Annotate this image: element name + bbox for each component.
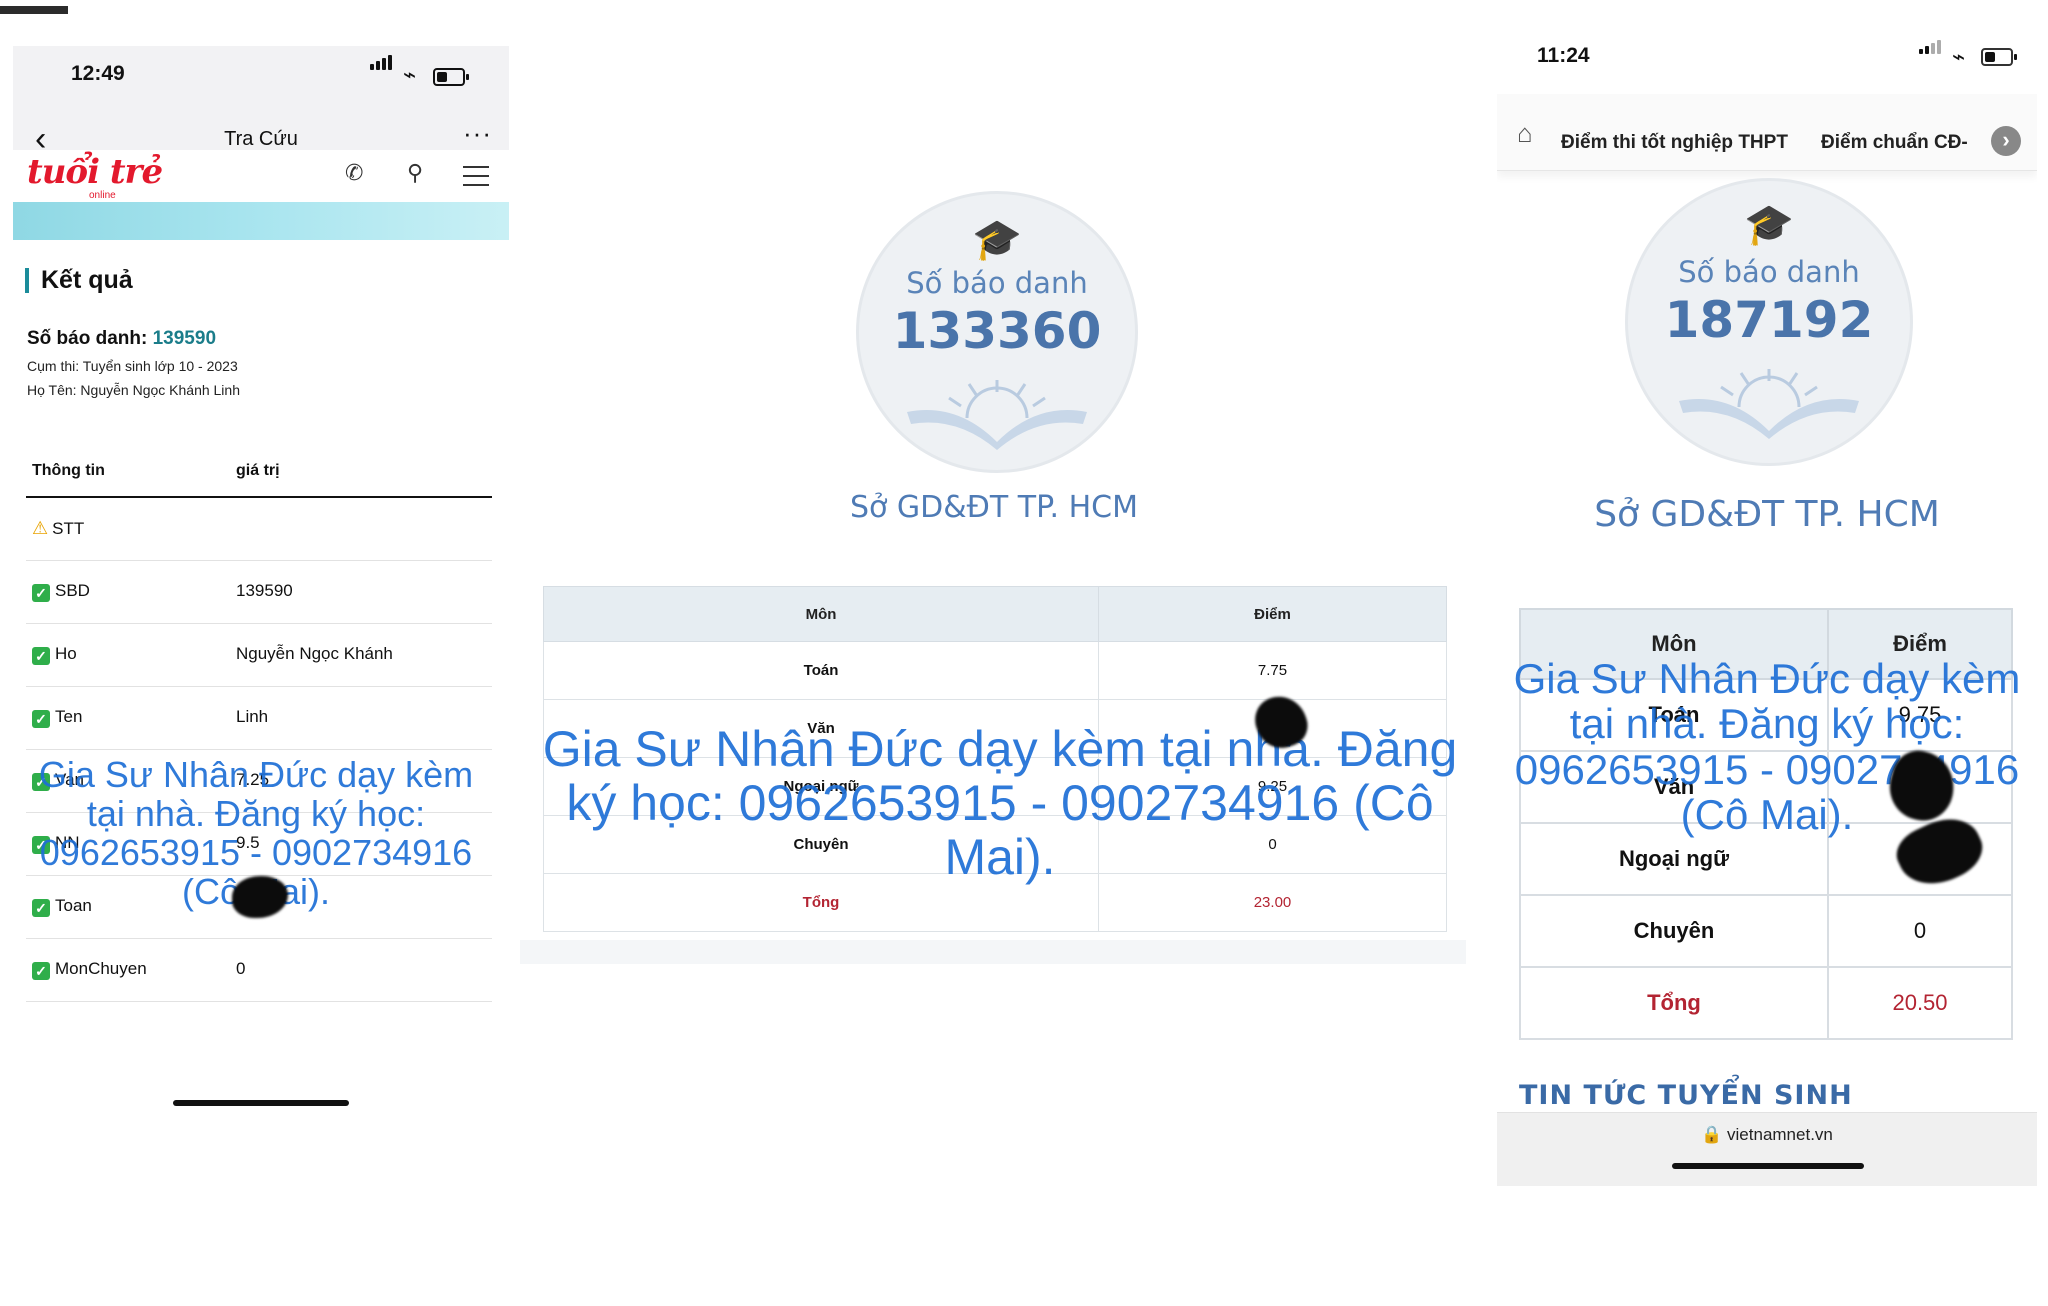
- battery-charging-icon: [1981, 48, 2017, 66]
- wifi-icon: ⌁: [403, 62, 417, 87]
- brand-header: tuổi trẻ online ✆ ⚲: [13, 150, 509, 202]
- subject-cell: Toán: [543, 641, 1099, 700]
- badge-label: Số báo danh: [1678, 255, 1860, 289]
- page-footer-strip: [520, 940, 1466, 964]
- table-row: ✓ Ho Nguyễn Ngọc Khánh: [26, 624, 492, 687]
- status-bar: 12:49 ⌁: [13, 46, 509, 106]
- wifi-icon: ⌁: [1952, 44, 1966, 69]
- lock-icon: 🔒: [1701, 1125, 1723, 1144]
- tuoitre-lookup-screen: 12:49 ⌁ ‹ Tra Cứu ··· tuổi trẻ online ✆ …: [13, 46, 509, 1118]
- badge-number: 187192: [1664, 291, 1874, 349]
- chevron-right-icon[interactable]: ›: [1991, 126, 2021, 156]
- row-value: 139590: [236, 581, 293, 600]
- row-value: Linh: [236, 707, 269, 726]
- candidate-badge: 🎓 Số báo danh 133360: [856, 191, 1138, 473]
- row-value: Nguyễn Ngọc Khánh: [236, 644, 393, 663]
- badge-label: Số báo danh: [906, 266, 1088, 300]
- vietnamnet-score-screen: 11:24 ⌁ ⌂ Điểm thi tốt nghiệp THPT Điểm …: [1497, 28, 2037, 1186]
- col-subject-header: Môn: [543, 586, 1099, 642]
- graduation-cap-icon: 🎓: [972, 218, 1022, 262]
- badge-number: 133360: [892, 302, 1102, 360]
- table-row: Chuyên 0: [1519, 894, 2013, 968]
- total-value: 20.50: [1827, 966, 2013, 1040]
- tuoitre-logo[interactable]: tuổi trẻ: [27, 152, 163, 192]
- browser-url-bar[interactable]: 🔒 vietnamnet.vn: [1497, 1112, 2037, 1186]
- table-row: ⚠ STT: [26, 498, 492, 561]
- graduation-cap-icon: 🎓: [1744, 203, 1794, 247]
- total-row: Tổng 20.50: [1519, 966, 2013, 1040]
- sbd-label: Số báo danh:: [27, 328, 148, 349]
- row-value: 0: [236, 959, 246, 978]
- url-text: 🔒 vietnamnet.vn: [1497, 1125, 2037, 1145]
- col-info-header: Thông tin: [32, 462, 105, 479]
- open-book-sun-icon: [907, 380, 1087, 450]
- open-book-sun-icon: [1679, 369, 1859, 439]
- sbd-value: 139590: [152, 328, 217, 349]
- row-key: Ho: [55, 644, 77, 663]
- department-name: Sở GD&ĐT TP. HCM: [850, 490, 1138, 525]
- row-key: Ten: [55, 707, 83, 726]
- candidate-name: Họ Tên: Nguyễn Ngọc Khánh Linh: [27, 382, 240, 398]
- watermark-text: Gia Sư Nhân Đức dạy kèm tại nhà. Đăng ký…: [1513, 655, 2021, 839]
- home-icon[interactable]: ⌂: [1517, 118, 1533, 149]
- row-key: STT: [52, 519, 85, 538]
- section-title: Kết quả: [25, 268, 133, 293]
- check-icon: ✓: [32, 710, 50, 728]
- battery-icon: [433, 68, 469, 86]
- row-key: SBD: [55, 581, 90, 600]
- top-edge-bar: [0, 6, 68, 14]
- url-domain: vietnamnet.vn: [1727, 1125, 1833, 1144]
- row-key: MonChuyen: [55, 959, 147, 978]
- tab-college-cutoffs[interactable]: Điểm chuẩn CĐ-: [1821, 132, 1968, 154]
- table-row: ✓ Ten Linh: [26, 687, 492, 750]
- nav-title: Tra Cứu: [224, 128, 298, 150]
- table-header: Thông tin giá trị: [26, 446, 492, 498]
- col-value-header: giá trị: [236, 462, 280, 479]
- total-label: Tổng: [1519, 966, 1829, 1040]
- warning-icon: ⚠: [32, 518, 49, 538]
- category-tabs: ⌂ Điểm thi tốt nghiệp THPT Điểm chuẩn CĐ…: [1497, 94, 2037, 171]
- candidate-badge: 🎓 Số báo danh 187192: [1625, 178, 1913, 466]
- col-score-header: Điểm: [1098, 586, 1447, 642]
- check-icon: ✓: [32, 647, 50, 665]
- more-options-button[interactable]: ···: [463, 118, 492, 149]
- home-indicator: [1672, 1163, 1864, 1169]
- table-row: ✓ SBD 139590: [26, 561, 492, 624]
- score-cell: 0: [1827, 894, 2013, 968]
- news-heading[interactable]: TIN TỨC TUYỂN SINH: [1519, 1080, 1853, 1111]
- table-row: Toán 7.75: [543, 641, 1447, 700]
- subject-cell: Chuyên: [1519, 894, 1829, 968]
- tab-graduation-scores[interactable]: Điểm thi tốt nghiệp THPT: [1561, 132, 1788, 154]
- check-icon: ✓: [32, 584, 50, 602]
- logo-online-text: online: [89, 190, 116, 201]
- table-row: ✓ MonChuyen 0: [26, 939, 492, 1002]
- exam-cluster: Cụm thi: Tuyển sinh lớp 10 - 2023: [27, 358, 238, 374]
- watermark-text: Gia Sư Nhân Đức dạy kèm tại nhà. Đăng ký…: [542, 721, 1458, 885]
- candidate-number: Số báo danh: 139590: [27, 328, 216, 350]
- clock: 11:24: [1537, 44, 1590, 67]
- home-indicator: [173, 1100, 349, 1106]
- phone-icon[interactable]: ✆: [345, 160, 363, 186]
- search-icon[interactable]: ⚲: [407, 160, 423, 186]
- check-icon: ✓: [32, 962, 50, 980]
- banner-strip: [13, 202, 509, 240]
- menu-icon[interactable]: [463, 166, 489, 186]
- department-name: Sở GD&ĐT TP. HCM: [1594, 494, 1940, 535]
- clock: 12:49: [71, 62, 125, 85]
- score-cell: 7.75: [1098, 641, 1447, 700]
